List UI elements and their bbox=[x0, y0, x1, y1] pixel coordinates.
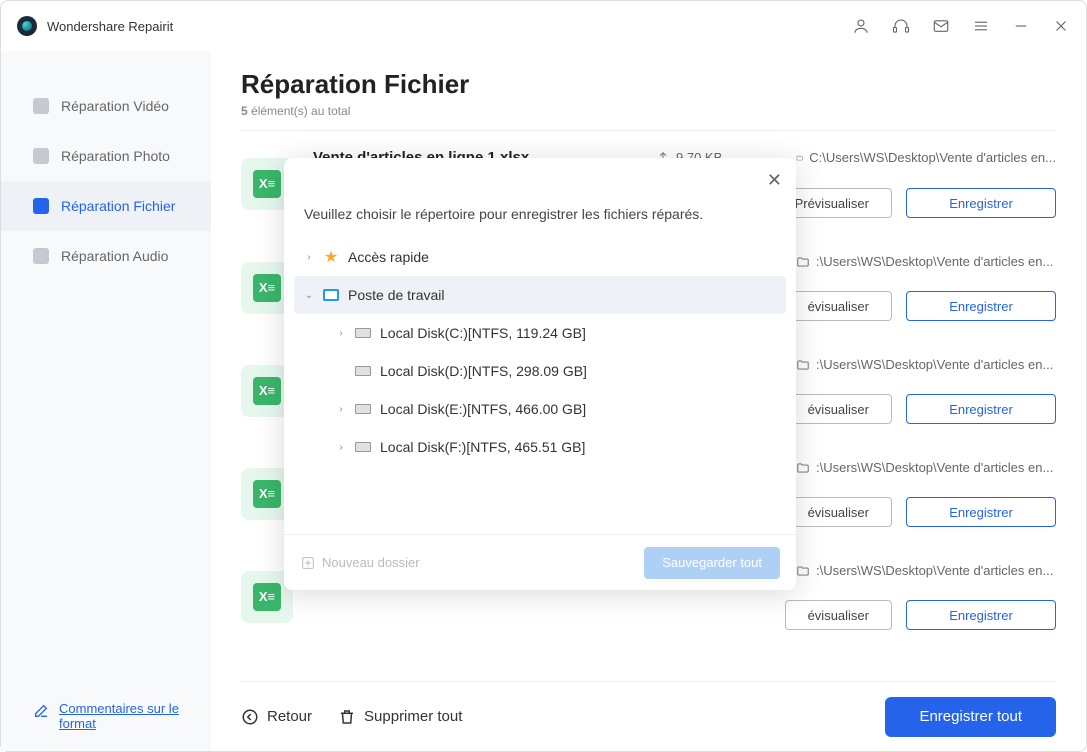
titlebar-left: Wondershare Repairit bbox=[17, 16, 173, 36]
dialog-close-icon[interactable]: ✕ bbox=[767, 170, 782, 191]
nav-items: Réparation Vidéo Réparation Photo Répara… bbox=[1, 51, 211, 681]
save-button[interactable]: Enregistrer bbox=[906, 600, 1056, 630]
chevron-right-icon: › bbox=[336, 442, 346, 453]
tree-disk-item[interactable]: › Local Disk(F:)[NTFS, 465.51 GB] bbox=[294, 428, 786, 466]
save-all-button[interactable]: Enregistrer tout bbox=[885, 697, 1056, 737]
sidebar-item-photo[interactable]: Réparation Photo bbox=[1, 131, 211, 181]
disk-icon bbox=[354, 363, 372, 379]
minimize-icon[interactable] bbox=[1012, 17, 1030, 35]
preview-button[interactable]: évisualiser bbox=[785, 291, 892, 321]
save-button[interactable]: Enregistrer bbox=[906, 291, 1056, 321]
star-icon: ★ bbox=[322, 249, 340, 265]
dialog-save-all-button[interactable]: Sauvegarder tout bbox=[644, 547, 780, 579]
file-path: :\Users\WS\Desktop\Vente d'articles en..… bbox=[796, 357, 1056, 372]
delete-all-button[interactable]: Supprimer tout bbox=[338, 708, 462, 726]
xlsx-icon: X≡ bbox=[253, 170, 281, 198]
preview-button[interactable]: évisualiser bbox=[785, 497, 892, 527]
file-path: :\Users\WS\Desktop\Vente d'articles en..… bbox=[796, 254, 1056, 269]
chevron-down-icon: ⌄ bbox=[304, 290, 314, 301]
photo-icon bbox=[33, 148, 49, 164]
file-path: :\Users\WS\Desktop\Vente d'articles en..… bbox=[796, 563, 1056, 578]
page-header: Réparation Fichier 5 élément(s) au total bbox=[241, 51, 1056, 131]
app-logo bbox=[17, 16, 37, 36]
nav-label: Réparation Audio bbox=[61, 248, 168, 264]
sidebar-footer: Commentaires sur le format bbox=[1, 681, 211, 751]
chevron-right-icon: › bbox=[304, 252, 314, 263]
mail-icon[interactable] bbox=[932, 17, 950, 35]
page-title: Réparation Fichier bbox=[241, 69, 1056, 100]
footer: Retour Supprimer tout Enregistrer tout bbox=[241, 681, 1056, 751]
file-actions: évisualiser Enregistrer bbox=[785, 291, 1056, 321]
directory-tree: › ★ Accès rapide ⌄ Poste de travail › Lo… bbox=[284, 238, 796, 534]
preview-button[interactable]: évisualiser bbox=[785, 600, 892, 630]
titlebar: Wondershare Repairit bbox=[1, 1, 1086, 51]
sidebar-item-audio[interactable]: Réparation Audio bbox=[1, 231, 211, 281]
xlsx-icon: X≡ bbox=[253, 480, 281, 508]
chevron-right-icon: › bbox=[336, 328, 346, 339]
save-directory-dialog: ✕ Veuillez choisir le répertoire pour en… bbox=[284, 158, 796, 590]
nav-label: Réparation Vidéo bbox=[61, 98, 169, 114]
app-title: Wondershare Repairit bbox=[47, 19, 173, 34]
new-folder-button[interactable]: Nouveau dossier bbox=[300, 555, 420, 571]
save-button[interactable]: Enregistrer bbox=[906, 394, 1056, 424]
tree-disk-item[interactable]: › Local Disk(E:)[NTFS, 466.00 GB] bbox=[294, 390, 786, 428]
xlsx-icon: X≡ bbox=[253, 583, 281, 611]
file-path: :\Users\WS\Desktop\Vente d'articles en..… bbox=[796, 460, 1056, 475]
save-button[interactable]: Enregistrer bbox=[906, 188, 1056, 218]
close-icon[interactable] bbox=[1052, 17, 1070, 35]
disk-icon bbox=[354, 325, 372, 341]
menu-icon[interactable] bbox=[972, 17, 990, 35]
chevron-right-icon: › bbox=[336, 404, 346, 415]
feedback-link[interactable]: Commentaires sur le format bbox=[33, 701, 179, 731]
video-icon bbox=[33, 98, 49, 114]
sidebar-item-video[interactable]: Réparation Vidéo bbox=[1, 81, 211, 131]
dialog-footer: Nouveau dossier Sauvegarder tout bbox=[284, 534, 796, 590]
file-actions: évisualiser Enregistrer bbox=[785, 600, 1056, 630]
preview-button[interactable]: évisualiser bbox=[785, 394, 892, 424]
audio-icon bbox=[33, 248, 49, 264]
xlsx-icon: X≡ bbox=[253, 377, 281, 405]
disk-icon bbox=[354, 439, 372, 455]
feedback-label: Commentaires sur le format bbox=[59, 701, 179, 731]
tree-quick-access[interactable]: › ★ Accès rapide bbox=[294, 238, 786, 276]
tree-disk-item[interactable]: Local Disk(D:)[NTFS, 298.09 GB] bbox=[294, 352, 786, 390]
file-icon bbox=[33, 198, 49, 214]
save-button[interactable]: Enregistrer bbox=[906, 497, 1056, 527]
titlebar-right bbox=[852, 17, 1070, 35]
xlsx-icon: X≡ bbox=[253, 274, 281, 302]
file-path: C:\Users\WS\Desktop\Vente d'articles en.… bbox=[796, 150, 1056, 165]
sidebar: Réparation Vidéo Réparation Photo Répara… bbox=[1, 51, 211, 751]
tree-this-pc[interactable]: ⌄ Poste de travail bbox=[294, 276, 786, 314]
nav-label: Réparation Fichier bbox=[61, 198, 175, 214]
dialog-message: Veuillez choisir le répertoire pour enre… bbox=[284, 158, 796, 238]
back-button[interactable]: Retour bbox=[241, 708, 312, 726]
file-actions: évisualiser Enregistrer bbox=[785, 394, 1056, 424]
sidebar-item-file[interactable]: Réparation Fichier bbox=[1, 181, 211, 231]
user-icon[interactable] bbox=[852, 17, 870, 35]
file-actions: Prévisualiser Enregistrer bbox=[772, 188, 1056, 218]
nav-label: Réparation Photo bbox=[61, 148, 170, 164]
file-actions: évisualiser Enregistrer bbox=[785, 497, 1056, 527]
disk-icon bbox=[354, 401, 372, 417]
headset-icon[interactable] bbox=[892, 17, 910, 35]
monitor-icon bbox=[322, 287, 340, 303]
page-subtitle: 5 élément(s) au total bbox=[241, 104, 1056, 118]
tree-disk-item[interactable]: › Local Disk(C:)[NTFS, 119.24 GB] bbox=[294, 314, 786, 352]
